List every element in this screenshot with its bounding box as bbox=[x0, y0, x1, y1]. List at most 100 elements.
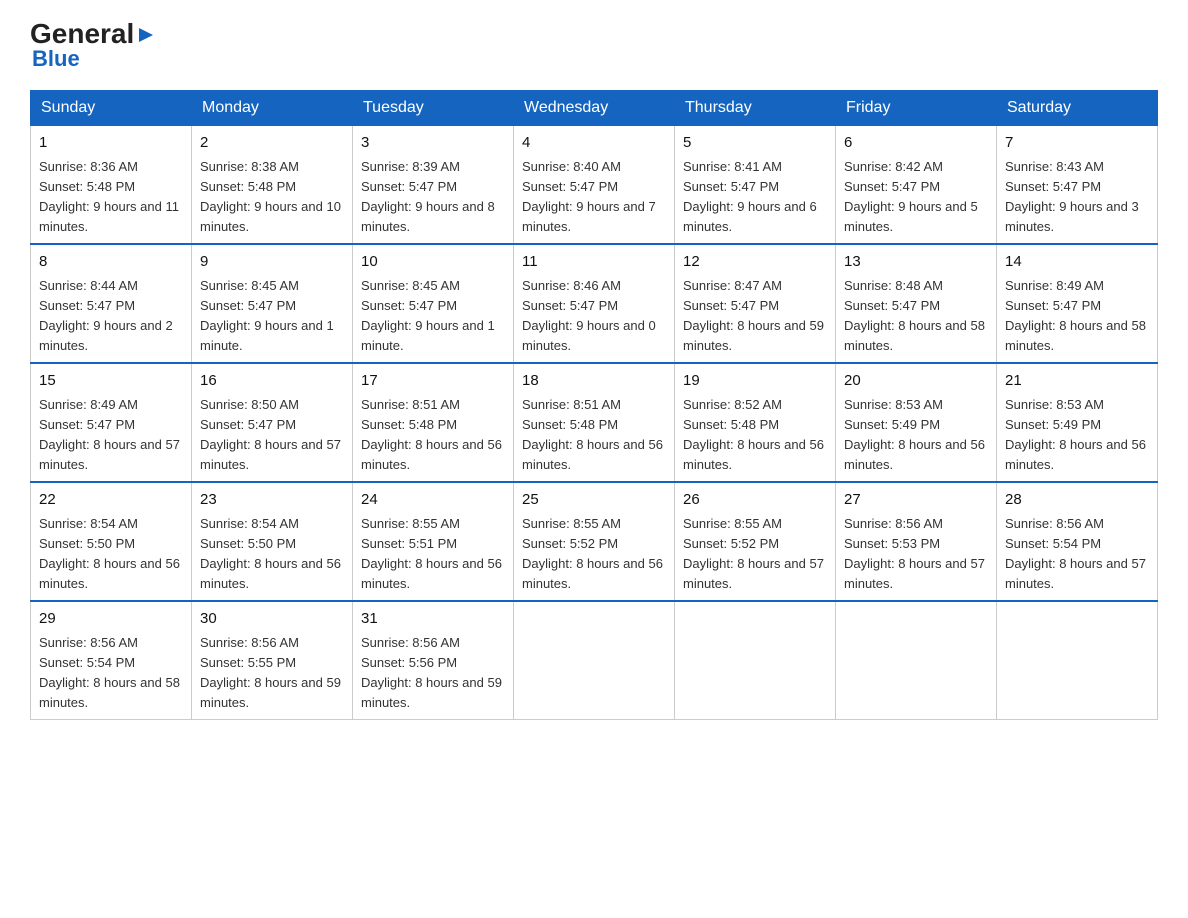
logo-general: General bbox=[30, 20, 134, 48]
day-info: Sunrise: 8:54 AM Sunset: 5:50 PM Dayligh… bbox=[39, 514, 183, 595]
day-number: 2 bbox=[200, 132, 344, 155]
day-number: 28 bbox=[1005, 489, 1149, 512]
column-header-saturday: Saturday bbox=[997, 91, 1158, 126]
day-number: 18 bbox=[522, 370, 666, 393]
calendar-week-row: 1 Sunrise: 8:36 AM Sunset: 5:48 PM Dayli… bbox=[31, 126, 1158, 245]
day-info: Sunrise: 8:52 AM Sunset: 5:48 PM Dayligh… bbox=[683, 395, 827, 476]
day-info: Sunrise: 8:43 AM Sunset: 5:47 PM Dayligh… bbox=[1005, 157, 1149, 238]
calendar-cell: 28 Sunrise: 8:56 AM Sunset: 5:54 PM Dayl… bbox=[997, 482, 1158, 601]
day-info: Sunrise: 8:55 AM Sunset: 5:52 PM Dayligh… bbox=[522, 514, 666, 595]
day-info: Sunrise: 8:49 AM Sunset: 5:47 PM Dayligh… bbox=[1005, 276, 1149, 357]
day-info: Sunrise: 8:46 AM Sunset: 5:47 PM Dayligh… bbox=[522, 276, 666, 357]
day-number: 10 bbox=[361, 251, 505, 274]
logo: General Blue bbox=[30, 20, 157, 72]
day-info: Sunrise: 8:51 AM Sunset: 5:48 PM Dayligh… bbox=[361, 395, 505, 476]
calendar-cell: 5 Sunrise: 8:41 AM Sunset: 5:47 PM Dayli… bbox=[675, 126, 836, 245]
day-number: 5 bbox=[683, 132, 827, 155]
calendar-cell: 6 Sunrise: 8:42 AM Sunset: 5:47 PM Dayli… bbox=[836, 126, 997, 245]
calendar-week-row: 29 Sunrise: 8:56 AM Sunset: 5:54 PM Dayl… bbox=[31, 601, 1158, 720]
day-info: Sunrise: 8:55 AM Sunset: 5:51 PM Dayligh… bbox=[361, 514, 505, 595]
calendar-cell: 17 Sunrise: 8:51 AM Sunset: 5:48 PM Dayl… bbox=[353, 363, 514, 482]
day-info: Sunrise: 8:47 AM Sunset: 5:47 PM Dayligh… bbox=[683, 276, 827, 357]
calendar-cell: 4 Sunrise: 8:40 AM Sunset: 5:47 PM Dayli… bbox=[514, 126, 675, 245]
calendar-cell: 20 Sunrise: 8:53 AM Sunset: 5:49 PM Dayl… bbox=[836, 363, 997, 482]
day-info: Sunrise: 8:44 AM Sunset: 5:47 PM Dayligh… bbox=[39, 276, 183, 357]
day-info: Sunrise: 8:53 AM Sunset: 5:49 PM Dayligh… bbox=[1005, 395, 1149, 476]
day-info: Sunrise: 8:56 AM Sunset: 5:54 PM Dayligh… bbox=[1005, 514, 1149, 595]
day-info: Sunrise: 8:53 AM Sunset: 5:49 PM Dayligh… bbox=[844, 395, 988, 476]
calendar-cell: 8 Sunrise: 8:44 AM Sunset: 5:47 PM Dayli… bbox=[31, 244, 192, 363]
calendar-header-row: SundayMondayTuesdayWednesdayThursdayFrid… bbox=[31, 91, 1158, 126]
calendar-cell: 22 Sunrise: 8:54 AM Sunset: 5:50 PM Dayl… bbox=[31, 482, 192, 601]
day-info: Sunrise: 8:42 AM Sunset: 5:47 PM Dayligh… bbox=[844, 157, 988, 238]
calendar-cell: 12 Sunrise: 8:47 AM Sunset: 5:47 PM Dayl… bbox=[675, 244, 836, 363]
calendar-cell: 19 Sunrise: 8:52 AM Sunset: 5:48 PM Dayl… bbox=[675, 363, 836, 482]
calendar-cell: 7 Sunrise: 8:43 AM Sunset: 5:47 PM Dayli… bbox=[997, 126, 1158, 245]
day-info: Sunrise: 8:56 AM Sunset: 5:56 PM Dayligh… bbox=[361, 633, 505, 714]
day-info: Sunrise: 8:45 AM Sunset: 5:47 PM Dayligh… bbox=[200, 276, 344, 357]
day-number: 20 bbox=[844, 370, 988, 393]
day-number: 23 bbox=[200, 489, 344, 512]
day-number: 26 bbox=[683, 489, 827, 512]
calendar-cell: 29 Sunrise: 8:56 AM Sunset: 5:54 PM Dayl… bbox=[31, 601, 192, 720]
day-number: 9 bbox=[200, 251, 344, 274]
calendar-week-row: 8 Sunrise: 8:44 AM Sunset: 5:47 PM Dayli… bbox=[31, 244, 1158, 363]
calendar-cell: 25 Sunrise: 8:55 AM Sunset: 5:52 PM Dayl… bbox=[514, 482, 675, 601]
day-info: Sunrise: 8:39 AM Sunset: 5:47 PM Dayligh… bbox=[361, 157, 505, 238]
day-number: 6 bbox=[844, 132, 988, 155]
day-info: Sunrise: 8:50 AM Sunset: 5:47 PM Dayligh… bbox=[200, 395, 344, 476]
day-number: 25 bbox=[522, 489, 666, 512]
calendar-cell: 2 Sunrise: 8:38 AM Sunset: 5:48 PM Dayli… bbox=[192, 126, 353, 245]
column-header-sunday: Sunday bbox=[31, 91, 192, 126]
day-number: 15 bbox=[39, 370, 183, 393]
logo-blue: Blue bbox=[32, 46, 80, 72]
day-number: 12 bbox=[683, 251, 827, 274]
calendar-cell: 23 Sunrise: 8:54 AM Sunset: 5:50 PM Dayl… bbox=[192, 482, 353, 601]
calendar-week-row: 22 Sunrise: 8:54 AM Sunset: 5:50 PM Dayl… bbox=[31, 482, 1158, 601]
calendar-week-row: 15 Sunrise: 8:49 AM Sunset: 5:47 PM Dayl… bbox=[31, 363, 1158, 482]
calendar-cell bbox=[836, 601, 997, 720]
calendar-cell: 10 Sunrise: 8:45 AM Sunset: 5:47 PM Dayl… bbox=[353, 244, 514, 363]
day-number: 14 bbox=[1005, 251, 1149, 274]
page-header: General Blue bbox=[30, 20, 1158, 72]
day-info: Sunrise: 8:38 AM Sunset: 5:48 PM Dayligh… bbox=[200, 157, 344, 238]
day-number: 22 bbox=[39, 489, 183, 512]
calendar-cell bbox=[514, 601, 675, 720]
calendar-cell: 3 Sunrise: 8:39 AM Sunset: 5:47 PM Dayli… bbox=[353, 126, 514, 245]
column-header-friday: Friday bbox=[836, 91, 997, 126]
column-header-monday: Monday bbox=[192, 91, 353, 126]
day-number: 7 bbox=[1005, 132, 1149, 155]
calendar-cell: 21 Sunrise: 8:53 AM Sunset: 5:49 PM Dayl… bbox=[997, 363, 1158, 482]
day-number: 19 bbox=[683, 370, 827, 393]
day-number: 24 bbox=[361, 489, 505, 512]
day-info: Sunrise: 8:48 AM Sunset: 5:47 PM Dayligh… bbox=[844, 276, 988, 357]
calendar-cell: 24 Sunrise: 8:55 AM Sunset: 5:51 PM Dayl… bbox=[353, 482, 514, 601]
day-number: 13 bbox=[844, 251, 988, 274]
column-header-tuesday: Tuesday bbox=[353, 91, 514, 126]
calendar-cell bbox=[675, 601, 836, 720]
calendar-cell: 15 Sunrise: 8:49 AM Sunset: 5:47 PM Dayl… bbox=[31, 363, 192, 482]
calendar-cell: 30 Sunrise: 8:56 AM Sunset: 5:55 PM Dayl… bbox=[192, 601, 353, 720]
day-info: Sunrise: 8:49 AM Sunset: 5:47 PM Dayligh… bbox=[39, 395, 183, 476]
day-info: Sunrise: 8:56 AM Sunset: 5:55 PM Dayligh… bbox=[200, 633, 344, 714]
day-info: Sunrise: 8:40 AM Sunset: 5:47 PM Dayligh… bbox=[522, 157, 666, 238]
day-number: 16 bbox=[200, 370, 344, 393]
day-number: 30 bbox=[200, 608, 344, 631]
day-number: 29 bbox=[39, 608, 183, 631]
day-info: Sunrise: 8:56 AM Sunset: 5:53 PM Dayligh… bbox=[844, 514, 988, 595]
calendar-cell: 26 Sunrise: 8:55 AM Sunset: 5:52 PM Dayl… bbox=[675, 482, 836, 601]
calendar-cell: 11 Sunrise: 8:46 AM Sunset: 5:47 PM Dayl… bbox=[514, 244, 675, 363]
day-info: Sunrise: 8:36 AM Sunset: 5:48 PM Dayligh… bbox=[39, 157, 183, 238]
calendar-cell: 13 Sunrise: 8:48 AM Sunset: 5:47 PM Dayl… bbox=[836, 244, 997, 363]
calendar-cell: 18 Sunrise: 8:51 AM Sunset: 5:48 PM Dayl… bbox=[514, 363, 675, 482]
calendar-cell: 27 Sunrise: 8:56 AM Sunset: 5:53 PM Dayl… bbox=[836, 482, 997, 601]
day-number: 17 bbox=[361, 370, 505, 393]
calendar-cell: 9 Sunrise: 8:45 AM Sunset: 5:47 PM Dayli… bbox=[192, 244, 353, 363]
calendar-cell bbox=[997, 601, 1158, 720]
day-number: 21 bbox=[1005, 370, 1149, 393]
calendar-table: SundayMondayTuesdayWednesdayThursdayFrid… bbox=[30, 90, 1158, 720]
day-number: 11 bbox=[522, 251, 666, 274]
calendar-cell: 14 Sunrise: 8:49 AM Sunset: 5:47 PM Dayl… bbox=[997, 244, 1158, 363]
calendar-cell: 16 Sunrise: 8:50 AM Sunset: 5:47 PM Dayl… bbox=[192, 363, 353, 482]
calendar-cell: 1 Sunrise: 8:36 AM Sunset: 5:48 PM Dayli… bbox=[31, 126, 192, 245]
